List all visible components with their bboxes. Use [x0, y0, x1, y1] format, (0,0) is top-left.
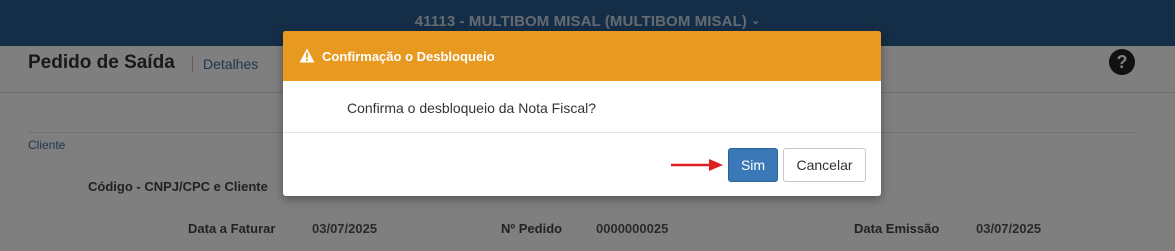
dialog-title: Confirmação o Desbloqueio: [322, 49, 495, 64]
dialog-header: Confirmação o Desbloqueio: [283, 31, 881, 81]
dialog-message: Confirma o desbloqueio da Nota Fiscal?: [347, 100, 597, 116]
red-arrow-icon: [671, 159, 723, 171]
confirm-button[interactable]: Sim: [728, 148, 778, 182]
cancel-button[interactable]: Cancelar: [783, 148, 866, 182]
warning-icon: [299, 48, 315, 63]
dialog-body: Confirma o desbloqueio da Nota Fiscal?: [283, 81, 881, 133]
